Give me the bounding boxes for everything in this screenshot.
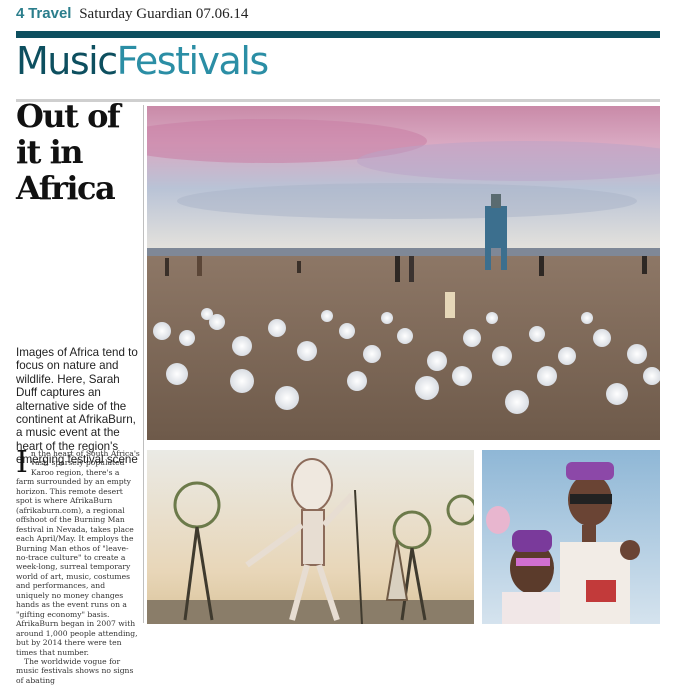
body-text: n the heart of South Africa's vast, spar…	[16, 449, 140, 657]
kicker-part2: Festivals	[116, 39, 270, 83]
drop-cap: I	[16, 445, 28, 480]
publication-date: Saturday Guardian 07.06.14	[79, 6, 249, 22]
body-paragraph: The worldwide vogue for music festivals …	[16, 656, 134, 685]
festival-goers-photo	[482, 450, 660, 624]
section-name: Travel	[28, 5, 72, 22]
kicker-part1: Music	[16, 39, 118, 83]
headline: Out of it in Africa	[16, 98, 141, 206]
page-folio: 4 Travel Saturday Guardian 07.06.14	[16, 4, 248, 24]
headline-line: it in	[16, 133, 84, 171]
headline-line: Africa	[16, 169, 116, 207]
column-divider	[143, 105, 144, 623]
sculpture-photo	[147, 450, 474, 624]
section-kicker: MusicFestivals	[16, 38, 270, 84]
headline-line: Out of	[16, 97, 121, 135]
header-bar	[16, 31, 660, 38]
body-paragraph: In the heart of South Africa's vast, spa…	[16, 445, 140, 657]
main-photo	[147, 106, 660, 440]
page-number: 4	[16, 5, 25, 22]
article-body: In the heart of South Africa's vast, spa…	[16, 445, 140, 685]
